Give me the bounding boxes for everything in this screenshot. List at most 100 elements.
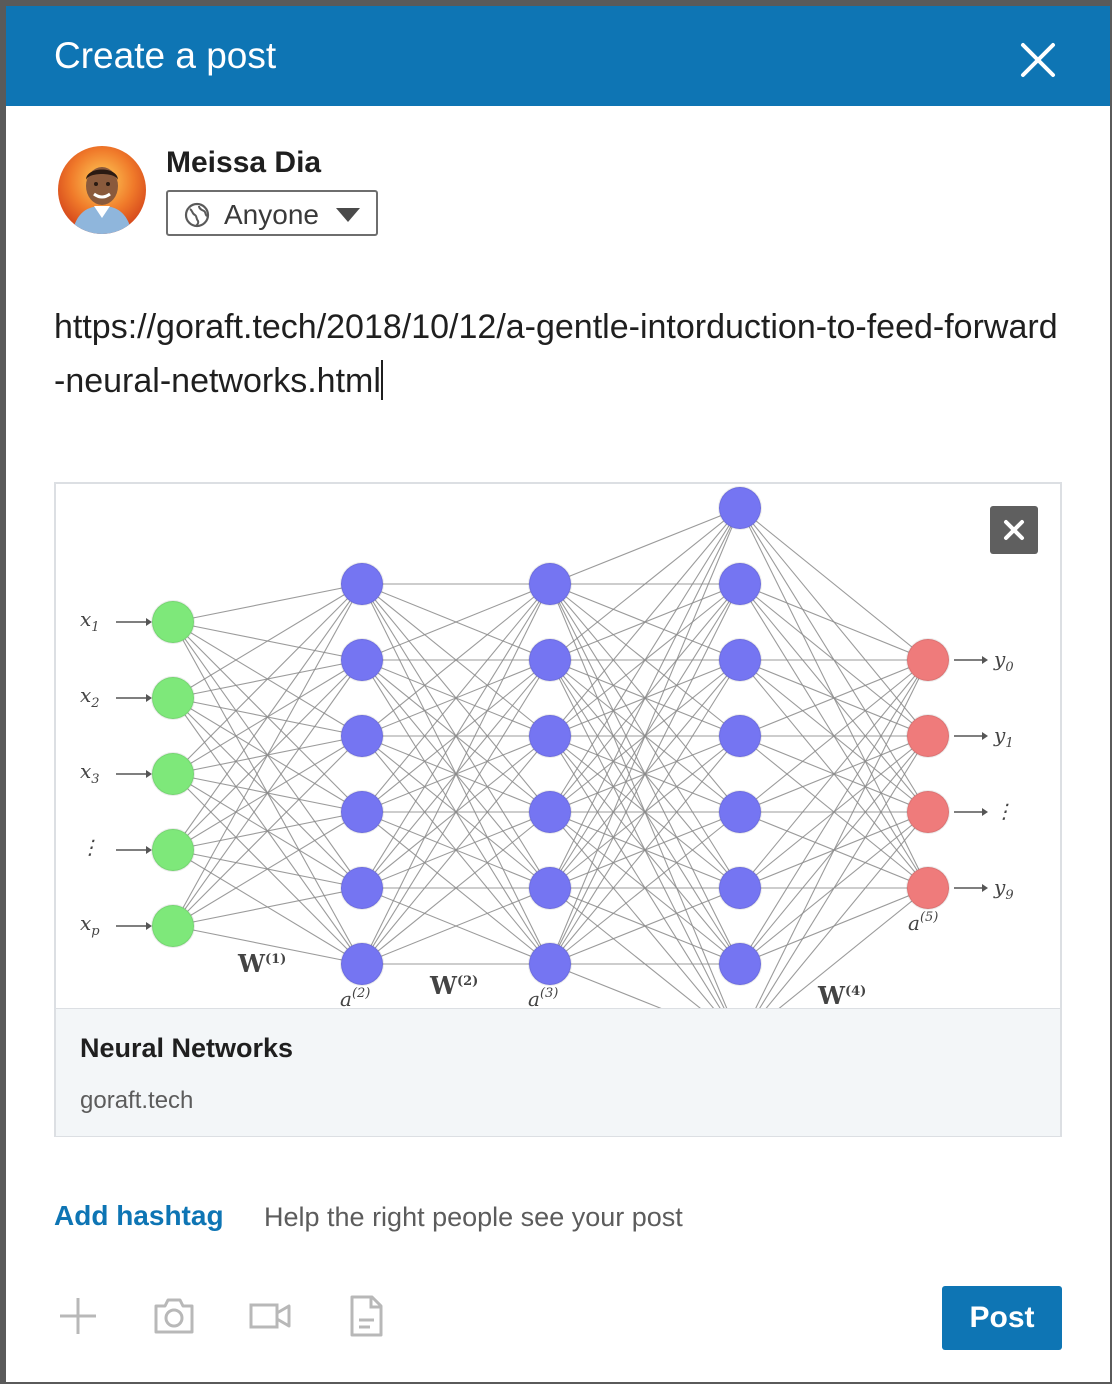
preview-domain: goraft.tech	[80, 1087, 194, 1114]
edge	[739, 507, 929, 661]
activation-label: a(5)	[908, 910, 938, 935]
weight-label: W(2)	[429, 971, 478, 1000]
input-neuron	[151, 752, 195, 796]
camera-icon[interactable]	[152, 1294, 196, 1338]
output-label: y9	[993, 875, 1014, 903]
document-icon[interactable]	[344, 1294, 388, 1338]
edge	[172, 811, 363, 927]
output-neuron	[906, 790, 950, 834]
output-label: y0	[993, 647, 1014, 675]
edge	[755, 659, 929, 1008]
avatar[interactable]	[58, 146, 146, 234]
edge	[172, 735, 363, 927]
post-text: https://goraft.tech/2018/10/12/a-gentle-…	[54, 308, 1058, 400]
visibility-label: Anyone	[224, 199, 319, 230]
edge	[172, 583, 363, 775]
input-arrowhead	[146, 694, 152, 702]
hidden-neuron	[528, 866, 572, 910]
input-neuron	[151, 828, 195, 872]
input-label: ⋮	[80, 835, 100, 859]
hidden-neuron	[528, 942, 572, 986]
post-button[interactable]: Post	[942, 1286, 1062, 1350]
edge	[549, 659, 725, 1008]
input-neuron	[151, 676, 195, 720]
output-label: y1	[993, 723, 1014, 751]
close-icon	[1021, 43, 1055, 77]
hidden-neuron	[528, 638, 572, 682]
hidden-neuron	[340, 638, 384, 682]
preview-meta[interactable]: Neural Networks goraft.tech	[56, 1008, 1060, 1136]
edge	[549, 507, 741, 737]
activation-label: a(2)	[340, 986, 370, 1008]
hidden-neuron	[718, 486, 762, 530]
hidden-neuron	[718, 942, 762, 986]
edge	[172, 583, 363, 851]
hidden-neuron	[718, 790, 762, 834]
video-icon[interactable]	[248, 1294, 292, 1338]
hidden-neuron	[340, 562, 384, 606]
hidden-neuron	[340, 790, 384, 834]
avatar-image	[58, 146, 146, 234]
caret-down-icon	[336, 208, 360, 222]
weight-label: W(4)	[817, 981, 866, 1008]
close-icon	[1004, 520, 1024, 540]
input-arrowhead	[146, 846, 152, 854]
edge	[172, 583, 363, 699]
hidden-neuron	[718, 866, 762, 910]
hidden-neuron	[528, 714, 572, 758]
text-cursor	[380, 360, 383, 400]
input-label: x2	[80, 683, 100, 711]
weight-label: W(1)	[237, 949, 286, 978]
hidden-neuron	[340, 866, 384, 910]
output-label: ⋮	[994, 799, 1014, 823]
hidden-neuron	[718, 714, 762, 758]
input-arrowhead	[146, 770, 152, 778]
input-label: x3	[80, 759, 100, 787]
hidden-neuron	[718, 562, 762, 606]
edge	[172, 887, 363, 927]
hashtag-hint: Help the right people see your post	[264, 1202, 683, 1232]
preview-title: Neural Networks	[80, 1033, 294, 1063]
dialog-title: Create a post	[54, 35, 277, 76]
hidden-neuron	[528, 790, 572, 834]
edge	[549, 735, 721, 1008]
hidden-neuron	[528, 562, 572, 606]
post-text-input[interactable]: https://goraft.tech/2018/10/12/a-gentle-…	[54, 300, 1064, 408]
edge	[739, 583, 929, 661]
edge	[549, 507, 741, 585]
link-preview-card: x1 x2 x3 ⋮ xp y0 y1 ⋮ y9 W(1) W(2) W(4) a(2) a(3) a(5)…	[54, 482, 1062, 1137]
input-arrowhead	[146, 618, 152, 626]
output-neuron	[906, 714, 950, 758]
hidden-neuron	[718, 638, 762, 682]
input-neuron	[151, 600, 195, 644]
neural-network-diagram: x1 x2 x3 ⋮ xp y0 y1 ⋮ y9 W(1) W(2) W(4) a(2) a(3) a(5)	[80, 486, 1014, 1008]
close-button[interactable]	[1016, 38, 1060, 82]
input-neuron	[151, 904, 195, 948]
output-arrowhead	[982, 732, 988, 740]
edge	[549, 583, 728, 1008]
input-label: xp	[80, 911, 100, 939]
edge	[759, 735, 929, 1008]
edge	[549, 507, 741, 889]
create-post-dialog: Create a post Meissa Dia Anyone https://…	[6, 6, 1110, 1382]
author-name: Meissa Dia	[166, 146, 322, 179]
globe-icon	[184, 202, 210, 228]
visibility-dropdown[interactable]: Anyone	[166, 190, 378, 236]
output-neuron	[906, 638, 950, 682]
edge	[172, 659, 363, 927]
plus-icon[interactable]	[56, 1294, 100, 1338]
output-neuron	[906, 866, 950, 910]
dialog-header: Create a post	[6, 6, 1110, 106]
hidden-neuron	[340, 714, 384, 758]
output-arrowhead	[982, 656, 988, 664]
add-hashtag-button[interactable]: Add hashtag	[54, 1200, 224, 1232]
preview-image: x1 x2 x3 ⋮ xp y0 y1 ⋮ y9 W(1) W(2) W(4) a(2) a(3) a(5)	[56, 484, 1060, 1008]
output-arrowhead	[982, 808, 988, 816]
input-arrowhead	[146, 922, 152, 930]
activation-label: a(3)	[528, 986, 558, 1008]
input-label: x1	[80, 607, 100, 635]
hidden-neuron	[340, 942, 384, 986]
output-arrowhead	[982, 884, 988, 892]
edge	[172, 583, 363, 623]
remove-preview-button[interactable]	[990, 506, 1038, 554]
